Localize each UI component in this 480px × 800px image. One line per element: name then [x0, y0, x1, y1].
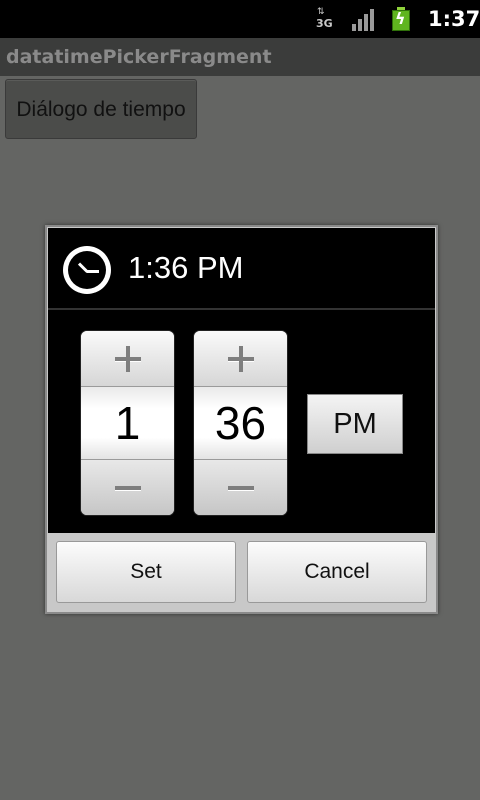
minute-value[interactable]: 36 — [194, 387, 287, 459]
dialog-header: 1:36 PM — [48, 228, 435, 310]
am-pm-toggle-button[interactable]: PM — [307, 394, 403, 454]
dialog-button-bar: Set Cancel — [48, 533, 435, 611]
minus-icon — [228, 475, 254, 501]
network-type-label: 3G — [316, 17, 333, 30]
status-bar: ⇅ 3G ϟ 1:37 — [0, 0, 480, 38]
app-title: datatimePickerFragment — [6, 46, 272, 68]
minute-decrement-button[interactable] — [194, 459, 287, 515]
dialog-content: 1:36 PM 1 36 PM — [48, 228, 435, 533]
time-picker-dialog: 1:36 PM 1 36 PM Set Cancel — [45, 225, 438, 614]
network-3g-icon: ⇅ 3G — [316, 7, 333, 30]
hour-increment-button[interactable] — [81, 331, 174, 387]
clock-icon — [63, 246, 111, 294]
battery-charging-icon: ϟ — [392, 7, 410, 31]
title-bar: datatimePickerFragment — [0, 38, 480, 76]
minute-increment-button[interactable] — [194, 331, 287, 387]
hour-picker: 1 — [81, 331, 174, 515]
plus-icon — [228, 346, 254, 372]
hour-value[interactable]: 1 — [81, 387, 174, 459]
hour-decrement-button[interactable] — [81, 459, 174, 515]
plus-icon — [115, 346, 141, 372]
cancel-button[interactable]: Cancel — [247, 541, 427, 603]
signal-strength-icon — [352, 9, 376, 31]
time-dialog-button[interactable]: Diálogo de tiempo — [5, 79, 197, 139]
minute-picker: 36 — [194, 331, 287, 515]
minus-icon — [115, 475, 141, 501]
set-button[interactable]: Set — [56, 541, 236, 603]
status-clock: 1:37 — [428, 7, 480, 31]
dialog-title: 1:36 PM — [128, 250, 244, 285]
